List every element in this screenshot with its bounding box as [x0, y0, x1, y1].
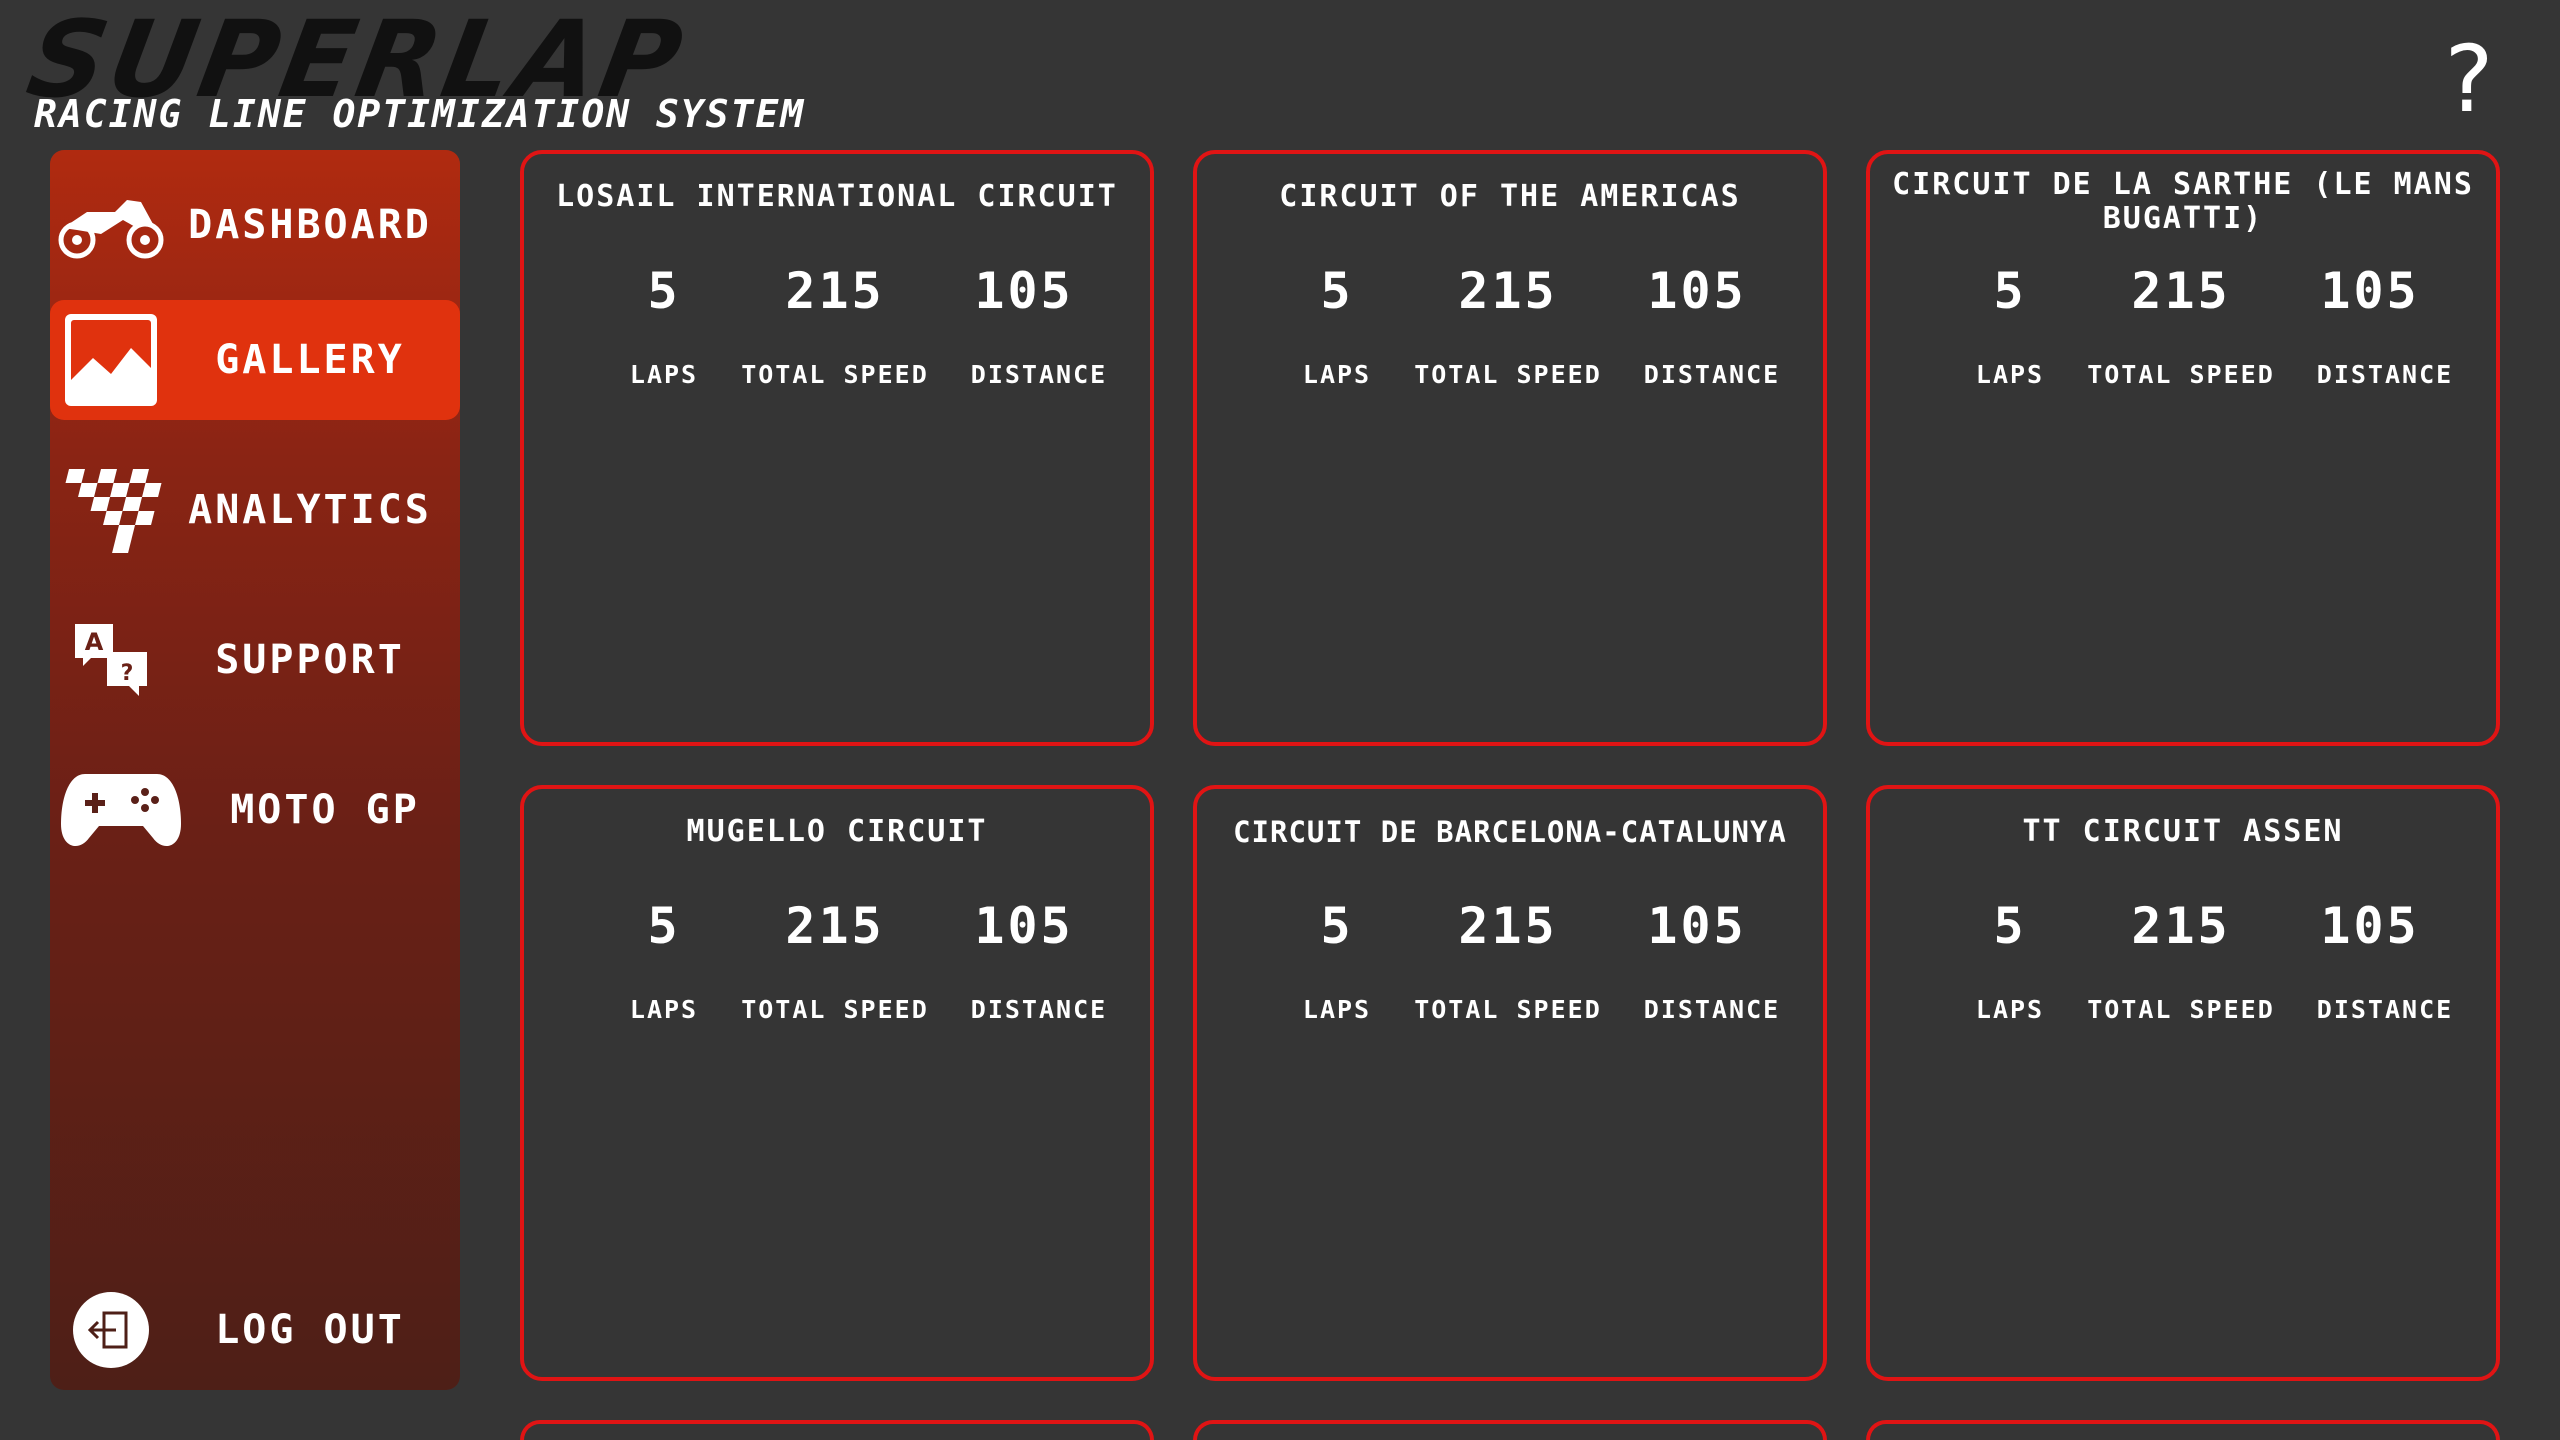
total-speed-label: TOTAL SPEED [1414, 360, 1602, 389]
sidebar-item-label: MOTO GP [230, 787, 420, 833]
circuit-card[interactable]: CIRCUIT DE LA SARTHE (LE MANS BUGATTI) 5… [1866, 150, 2500, 746]
laps-label: LAPS [629, 360, 699, 389]
gamepad-icon [56, 755, 186, 865]
circuit-card[interactable]: MUGELLO CIRCUIT 5 215 105 LAPS TOTAL SPE… [520, 785, 1154, 1381]
total-speed-value: 215 [1458, 262, 1558, 320]
help-icon[interactable]: ? [2434, 30, 2504, 130]
app-tagline: RACING LINE OPTIMIZATION SYSTEM [34, 92, 806, 136]
logout-button[interactable]: LOG OUT [50, 1270, 460, 1390]
circuit-card[interactable]: TT CIRCUIT ASSEN 5 215 105 LAPS TOTAL SP… [1866, 785, 2500, 1381]
distance-label: DISTANCE [2316, 360, 2454, 389]
laps-value: 5 [1993, 897, 2027, 955]
laps-label: LAPS [1975, 360, 2045, 389]
circuit-card-partial[interactable] [1866, 1420, 2500, 1440]
sidebar-item-support[interactable]: A ? SUPPORT [50, 600, 460, 720]
laps-value: 5 [647, 262, 681, 320]
total-speed-label: TOTAL SPEED [1414, 995, 1602, 1024]
svg-text:?: ? [121, 661, 134, 686]
card-title: TT CIRCUIT ASSEN [2022, 814, 2344, 849]
laps-value: 5 [1320, 262, 1354, 320]
card-title: MUGELLO CIRCUIT [686, 814, 988, 849]
logout-label: LOG OUT [215, 1307, 405, 1353]
sidebar-item-label: SUPPORT [215, 637, 405, 683]
distance-label: DISTANCE [1643, 360, 1781, 389]
total-speed-label: TOTAL SPEED [741, 995, 929, 1024]
laps-label: LAPS [1302, 360, 1372, 389]
sidebar-item-dashboard[interactable]: DASHBOARD [50, 165, 460, 285]
sidebar-item-analytics[interactable]: ANALYTICS [50, 450, 460, 570]
distance-value: 105 [2320, 897, 2420, 955]
distance-label: DISTANCE [1643, 995, 1781, 1024]
card-title: LOSAIL INTERNATIONAL CIRCUIT [556, 179, 1118, 214]
card-title: CIRCUIT DE LA SARTHE (LE MANS BUGATTI) [1892, 167, 2494, 236]
laps-label: LAPS [629, 995, 699, 1024]
total-speed-value: 215 [785, 262, 885, 320]
circuit-card-partial[interactable] [520, 1420, 1154, 1440]
circuit-card[interactable]: LOSAIL INTERNATIONAL CIRCUIT 5 215 105 L… [520, 150, 1154, 746]
laps-value: 5 [647, 897, 681, 955]
logout-icon [56, 1275, 166, 1385]
distance-label: DISTANCE [2316, 995, 2454, 1024]
laps-value: 5 [1320, 897, 1354, 955]
distance-value: 105 [974, 897, 1074, 955]
sidebar-item-label: GALLERY [215, 337, 405, 383]
total-speed-value: 215 [785, 897, 885, 955]
motorcycle-icon [56, 170, 166, 280]
sidebar: DASHBOARD GALLERY ANALYTICS A ? SUPPORT … [50, 150, 460, 1390]
distance-value: 105 [1647, 262, 1747, 320]
total-speed-value: 215 [2131, 897, 2231, 955]
sidebar-item-gallery[interactable]: GALLERY [50, 300, 460, 420]
circuit-card[interactable]: CIRCUIT OF THE AMERICAS 5 215 105 LAPS T… [1193, 150, 1827, 746]
total-speed-label: TOTAL SPEED [2087, 995, 2275, 1024]
distance-label: DISTANCE [970, 995, 1108, 1024]
sidebar-item-label: DASHBOARD [188, 202, 432, 248]
total-speed-label: TOTAL SPEED [2087, 360, 2275, 389]
circuit-card-partial[interactable] [1193, 1420, 1827, 1440]
sidebar-item-label: ANALYTICS [188, 487, 432, 533]
laps-value: 5 [1993, 262, 2027, 320]
total-speed-value: 215 [2131, 262, 2231, 320]
sidebar-item-moto-gp[interactable]: MOTO GP [50, 750, 460, 870]
card-title: CIRCUIT OF THE AMERICAS [1279, 179, 1741, 214]
distance-value: 105 [2320, 262, 2420, 320]
total-speed-value: 215 [1458, 897, 1558, 955]
checkered-flag-icon [56, 455, 166, 565]
distance-value: 105 [1647, 897, 1747, 955]
svg-text:A: A [85, 628, 104, 656]
distance-label: DISTANCE [970, 360, 1108, 389]
laps-label: LAPS [1302, 995, 1372, 1024]
circuit-card[interactable]: CIRCUIT DE BARCELONA-CATALUNYA 5 215 105… [1193, 785, 1827, 1381]
image-icon [56, 305, 166, 415]
total-speed-label: TOTAL SPEED [741, 360, 929, 389]
distance-value: 105 [974, 262, 1074, 320]
laps-label: LAPS [1975, 995, 2045, 1024]
card-title: CIRCUIT DE BARCELONA-CATALUNYA [1233, 815, 1787, 849]
chat-question-icon: A ? [56, 605, 166, 715]
